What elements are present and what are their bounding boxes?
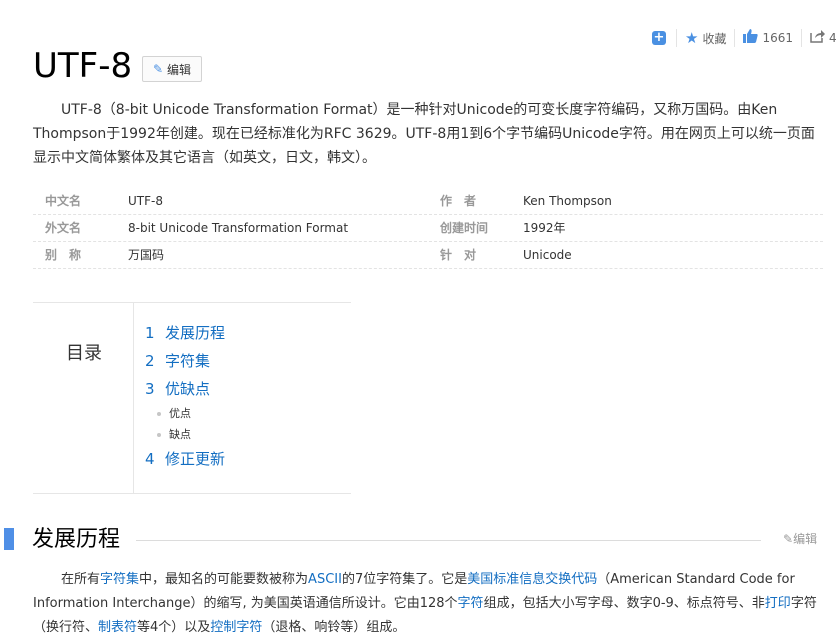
para-text: （退格、响铃等）组成。 <box>262 620 406 635</box>
table-of-contents: 目录 1 发展历程 2 字符集 3 优缺点 优点 缺点 4 修正更新 <box>33 302 351 494</box>
link-ascii[interactable]: ASCII <box>308 572 342 587</box>
add-icon[interactable]: + <box>652 31 666 45</box>
bullet-icon <box>157 433 161 437</box>
link-character[interactable]: 字符 <box>458 596 484 611</box>
info-label: 中文名 <box>45 194 82 208</box>
like-count[interactable]: 1661 <box>762 31 793 45</box>
section-divider <box>136 540 761 541</box>
star-icon[interactable]: ★ <box>685 29 698 47</box>
info-label: 作 者 <box>440 194 477 208</box>
para-text: 中，最知名的可能要数被称为 <box>139 572 309 587</box>
link-control-character[interactable]: 控制字符 <box>210 620 262 635</box>
share-count[interactable]: 4 <box>829 31 837 45</box>
bullet-icon <box>157 412 161 416</box>
toolbar-divider <box>734 29 736 47</box>
info-row: 外文名 8-bit Unicode Transformation Format … <box>33 215 823 242</box>
toc-item-number: 4 <box>145 450 155 468</box>
info-value: 1992年 <box>523 221 566 235</box>
toc-item-label: 字符集 <box>165 352 211 370</box>
info-value: 万国码 <box>128 248 165 262</box>
summary-paragraph: UTF-8（8-bit Unicode Transformation Forma… <box>33 102 815 166</box>
section-accent-bar <box>4 528 14 550</box>
section-edit-label: 编辑 <box>793 532 818 546</box>
basic-info-table: 中文名 UTF-8 作 者 Ken Thompson 外文名 8-bit Uni… <box>33 188 823 269</box>
edit-button-label: 编辑 <box>167 62 192 77</box>
info-row: 中文名 UTF-8 作 者 Ken Thompson <box>33 188 823 215</box>
toolbar: + ★ 收藏 1661 4 <box>648 28 837 48</box>
toc-item-label: 优缺点 <box>165 380 211 398</box>
toc-item-number: 2 <box>145 352 155 370</box>
toolbar-divider <box>801 29 803 47</box>
link-charset[interactable]: 字符集 <box>100 572 139 587</box>
info-label: 针 对 <box>440 248 477 262</box>
toc-item-revisions[interactable]: 4 修正更新 <box>145 447 225 475</box>
link-tab-character[interactable]: 制表符 <box>98 620 137 635</box>
toolbar-divider <box>676 29 677 47</box>
toc-item-development-history[interactable]: 1 发展历程 <box>145 321 225 349</box>
info-link-unicode[interactable]: Unicode <box>523 242 823 268</box>
info-value: UTF-8 <box>128 194 163 208</box>
page-title: UTF-8 <box>33 46 133 86</box>
link-ascii-fullname[interactable]: 美国标准信息交换代码 <box>467 572 597 587</box>
toc-item-number: 3 <box>145 380 155 398</box>
collect-button[interactable]: 收藏 <box>702 30 726 47</box>
toc-item-number: 1 <box>145 324 155 342</box>
para-text: 的7位字符集了。它是 <box>341 572 468 587</box>
toc-subitem-label: 优点 <box>169 407 191 420</box>
edit-button[interactable]: ✎ 编辑 <box>142 56 202 82</box>
info-value: 8-bit Unicode Transformation Format <box>128 221 349 235</box>
info-value: Ken Thompson <box>523 194 612 208</box>
share-icon[interactable] <box>810 29 826 47</box>
toc-item-label: 发展历程 <box>165 324 226 342</box>
toc-subitem-cons[interactable]: 缺点 <box>145 426 225 447</box>
toc-heading: 目录 <box>66 343 102 364</box>
link-print[interactable]: 打印 <box>765 596 791 611</box>
para-text: 组成，包括大小写字母、数字0-9、标点符号、非 <box>483 596 765 611</box>
pencil-icon: ✎ <box>783 532 794 546</box>
toc-subitem-label: 缺点 <box>169 428 191 441</box>
toc-subitem-pros[interactable]: 优点 <box>145 405 225 426</box>
toc-sidebar: 目录 <box>33 303 134 493</box>
toc-item-pros-cons[interactable]: 3 优缺点 <box>145 377 225 405</box>
para-text: 等4个）以及 <box>137 620 211 635</box>
section-title: 发展历程 <box>32 527 121 552</box>
toc-list: 1 发展历程 2 字符集 3 优缺点 优点 缺点 4 修正更新 <box>145 321 225 475</box>
info-label: 创建时间 <box>440 221 489 235</box>
pencil-icon: ✎ <box>152 62 164 76</box>
info-label: 别 称 <box>45 248 82 262</box>
section-paragraph: 在所有字符集中，最知名的可能要数被称为ASCII的7位字符集了。它是美国标准信息… <box>33 568 825 640</box>
para-text: 在所有 <box>61 572 101 587</box>
info-row: 别 称 万国码 针 对 Unicode <box>33 242 823 269</box>
info-label: 外文名 <box>45 221 82 235</box>
section-edit-button[interactable]: ✎编辑 <box>783 530 817 547</box>
toc-item-label: 修正更新 <box>165 450 226 468</box>
thumbs-up-icon[interactable] <box>743 29 759 47</box>
toc-item-charset[interactable]: 2 字符集 <box>145 349 225 377</box>
